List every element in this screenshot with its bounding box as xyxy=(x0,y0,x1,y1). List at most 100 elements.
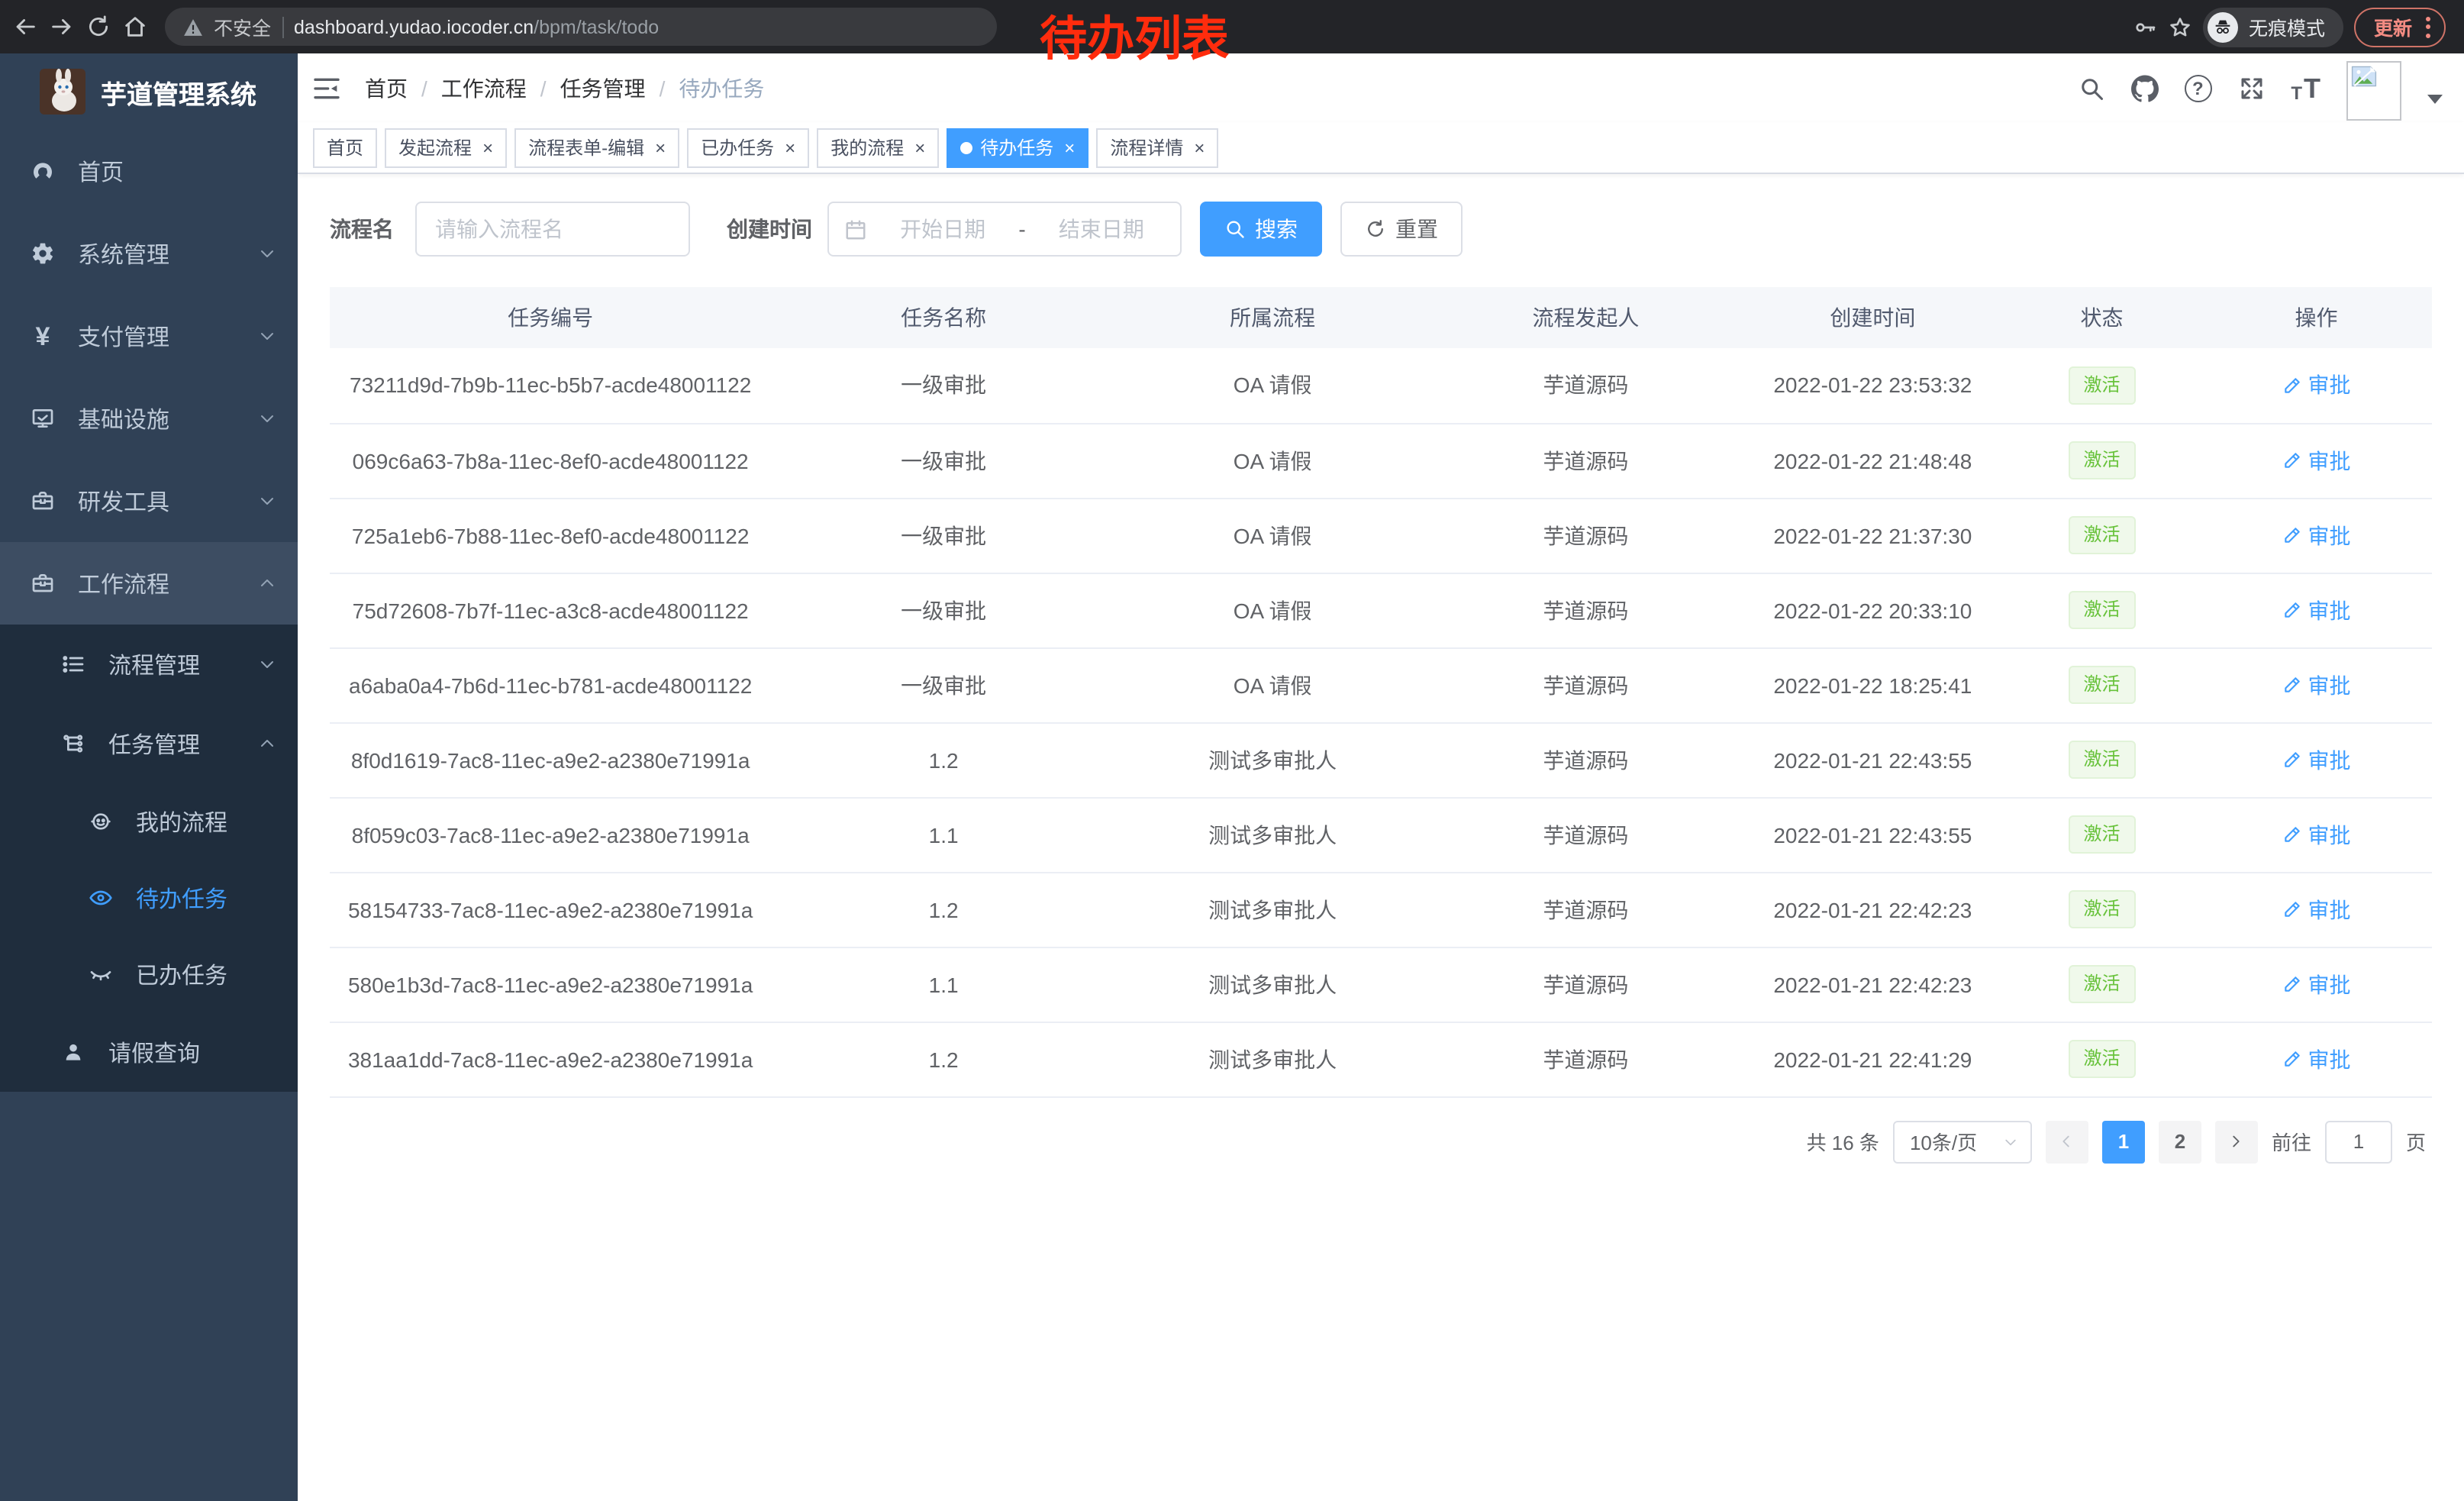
github-icon[interactable] xyxy=(2130,74,2158,102)
col-task-id: 任务编号 xyxy=(330,287,771,348)
app-logo[interactable]: 芋道管理系统 xyxy=(0,53,298,130)
home-icon[interactable] xyxy=(122,14,148,40)
dashboard-icon xyxy=(31,159,55,183)
sidebar-item-label: 任务管理 xyxy=(108,728,200,760)
approve-button[interactable]: 审批 xyxy=(2282,1044,2350,1074)
status-badge: 激活 xyxy=(2069,666,2136,704)
password-key-icon[interactable] xyxy=(2133,15,2157,39)
list-icon xyxy=(61,652,85,676)
close-icon[interactable]: × xyxy=(655,138,666,157)
edit-pen-icon xyxy=(2282,525,2301,545)
status-badge: 激活 xyxy=(2069,516,2136,554)
close-icon[interactable]: × xyxy=(785,138,795,157)
sidebar-item-system[interactable]: 系统管理 xyxy=(0,212,298,295)
close-icon[interactable]: × xyxy=(1064,138,1075,157)
fullscreen-icon[interactable] xyxy=(2237,74,2265,102)
table-row: 75d72608-7b7f-11ec-a3c8-acde48001122一级审批… xyxy=(330,573,2432,647)
sidebar-item-process-mgmt[interactable]: 流程管理 xyxy=(0,625,298,704)
eye-icon xyxy=(89,886,113,910)
approve-button[interactable]: 审批 xyxy=(2282,670,2350,700)
tab-form-edit[interactable]: 流程表单-编辑× xyxy=(514,128,679,167)
help-icon[interactable]: ? xyxy=(2184,74,2211,102)
back-icon[interactable] xyxy=(12,14,38,40)
hamburger-icon[interactable] xyxy=(311,73,342,103)
tab-home[interactable]: 首页 xyxy=(313,128,377,167)
process-name-input[interactable] xyxy=(415,202,690,257)
approve-button[interactable]: 审批 xyxy=(2282,370,2350,401)
page-1-button[interactable]: 1 xyxy=(2102,1120,2145,1163)
col-task-name: 任务名称 xyxy=(771,287,1116,348)
close-icon[interactable]: × xyxy=(1194,138,1205,157)
tab-process-detail[interactable]: 流程详情× xyxy=(1096,128,1218,167)
breadcrumb-workflow[interactable]: 工作流程 xyxy=(441,73,527,103)
sidebar-item-payment[interactable]: ¥ 支付管理 xyxy=(0,295,298,377)
sidebar-item-leave-query[interactable]: 请假查询 xyxy=(0,1012,298,1092)
date-range-picker[interactable]: 开始日期 - 结束日期 xyxy=(827,202,1182,257)
sidebar-item-home[interactable]: 首页 xyxy=(0,130,298,212)
robot-icon xyxy=(89,809,113,834)
browser-menu-icon[interactable] xyxy=(2426,16,2430,37)
table-row: 58154733-7ac8-11ec-a9e2-a2380e71991a1.2测… xyxy=(330,872,2432,947)
breadcrumb-task-mgmt[interactable]: 任务管理 xyxy=(560,73,646,103)
prev-page-button[interactable] xyxy=(2046,1120,2088,1163)
edit-pen-icon xyxy=(2282,675,2301,695)
table-row: 069c6a63-7b8a-11ec-8ef0-acde48001122一级审批… xyxy=(330,423,2432,498)
broken-image-icon xyxy=(2351,65,2377,86)
table-row: 725a1eb6-7b88-11ec-8ef0-acde48001122一级审批… xyxy=(330,498,2432,573)
font-size-icon[interactable]: TT xyxy=(2291,74,2320,102)
sidebar-item-label: 系统管理 xyxy=(78,237,169,270)
approve-button[interactable]: 审批 xyxy=(2282,819,2350,850)
approve-button[interactable]: 审批 xyxy=(2282,595,2350,625)
sidebar-item-done-task[interactable]: 已办任务 xyxy=(0,936,298,1012)
reload-icon[interactable] xyxy=(85,14,111,40)
sidebar-item-my-process[interactable]: 我的流程 xyxy=(0,783,298,860)
task-table: 任务编号 任务名称 所属流程 流程发起人 创建时间 状态 操作 73211d9d… xyxy=(330,287,2432,1097)
search-button[interactable]: 搜索 xyxy=(1200,202,1322,257)
avatar[interactable] xyxy=(2346,60,2401,120)
forward-icon[interactable] xyxy=(49,14,75,40)
yen-icon: ¥ xyxy=(31,324,55,348)
url-text: dashboard.yudao.iocoder.cn/bpm/task/todo xyxy=(294,16,659,37)
goto-page-input[interactable] xyxy=(2325,1120,2392,1163)
col-process: 所属流程 xyxy=(1116,287,1429,348)
sidebar-item-todo-task[interactable]: 待办任务 xyxy=(0,860,298,936)
sidebar-item-infrastructure[interactable]: 基础设施 xyxy=(0,377,298,460)
monitor-icon xyxy=(31,406,55,431)
sidebar-item-workflow[interactable]: 工作流程 xyxy=(0,542,298,625)
breadcrumb-home[interactable]: 首页 xyxy=(365,73,408,103)
close-icon[interactable]: × xyxy=(914,138,925,157)
edit-pen-icon xyxy=(2282,376,2301,395)
approve-button[interactable]: 审批 xyxy=(2282,445,2350,476)
browser-update-button[interactable]: 更新 xyxy=(2354,7,2446,47)
tab-my-process[interactable]: 我的流程× xyxy=(817,128,939,167)
incognito-icon xyxy=(2208,11,2238,42)
approve-button[interactable]: 审批 xyxy=(2282,969,2350,999)
chevron-down-icon xyxy=(258,492,276,510)
end-date-placeholder: 结束日期 xyxy=(1038,214,1165,244)
status-badge: 激活 xyxy=(2069,741,2136,779)
bookmark-star-icon[interactable] xyxy=(2168,15,2192,39)
edit-pen-icon xyxy=(2282,450,2301,470)
address-bar[interactable]: 不安全 dashboard.yudao.iocoder.cn/bpm/task/… xyxy=(165,8,997,46)
user-icon xyxy=(61,1040,85,1064)
search-icon[interactable] xyxy=(2077,74,2104,102)
tab-todo-task[interactable]: 待办任务× xyxy=(947,128,1088,167)
approve-button[interactable]: 审批 xyxy=(2282,894,2350,925)
approve-button[interactable]: 审批 xyxy=(2282,744,2350,775)
sidebar-item-task-mgmt[interactable]: 任务管理 xyxy=(0,704,298,783)
next-page-button[interactable] xyxy=(2215,1120,2258,1163)
status-badge: 激活 xyxy=(2069,890,2136,928)
hierarchy-icon xyxy=(61,731,85,756)
edit-pen-icon xyxy=(2282,899,2301,919)
approve-button[interactable]: 审批 xyxy=(2282,520,2350,550)
edit-pen-icon xyxy=(2282,600,2301,620)
close-icon[interactable]: × xyxy=(482,138,493,157)
avatar-caret-icon[interactable] xyxy=(2427,94,2443,103)
sidebar-item-dev-tools[interactable]: 研发工具 xyxy=(0,460,298,542)
page-2-button[interactable]: 2 xyxy=(2159,1120,2201,1163)
tab-start-process[interactable]: 发起流程× xyxy=(385,128,507,167)
reset-button[interactable]: 重置 xyxy=(1340,202,1463,257)
tab-done-task[interactable]: 已办任务× xyxy=(687,128,809,167)
page-size-select[interactable]: 10条/页 xyxy=(1893,1120,2032,1163)
status-badge: 激活 xyxy=(2069,965,2136,1003)
